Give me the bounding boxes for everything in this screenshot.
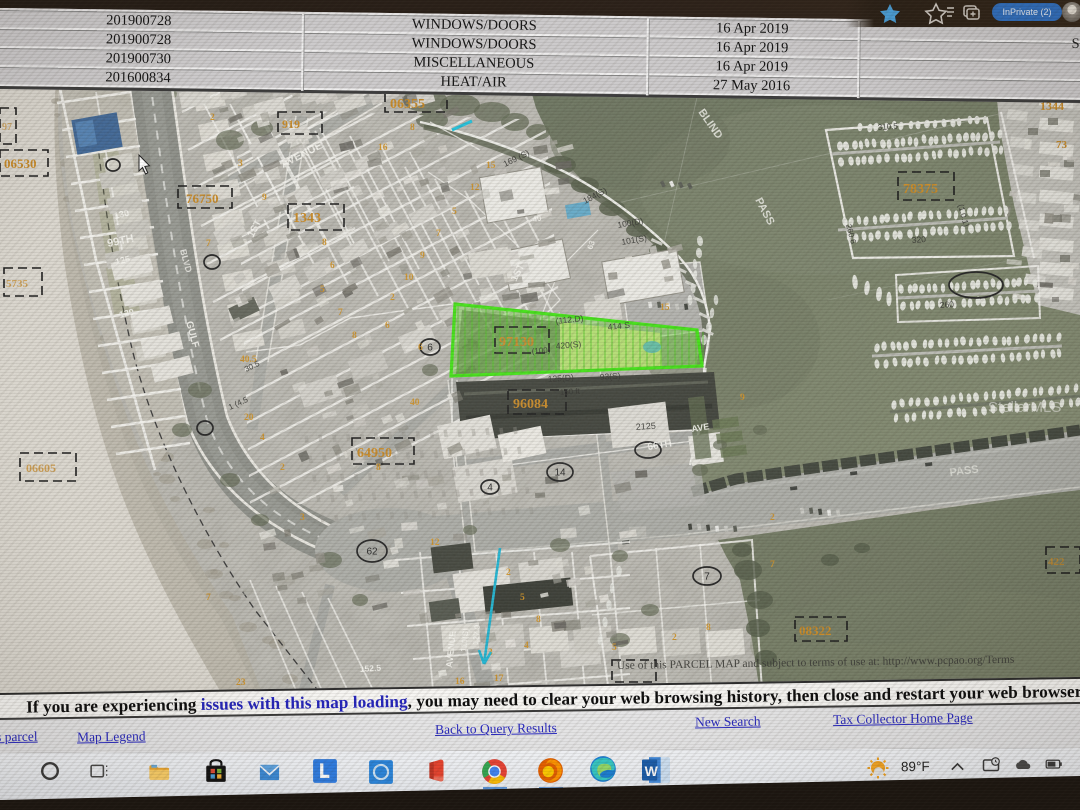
svg-text:W: W [645,763,659,779]
